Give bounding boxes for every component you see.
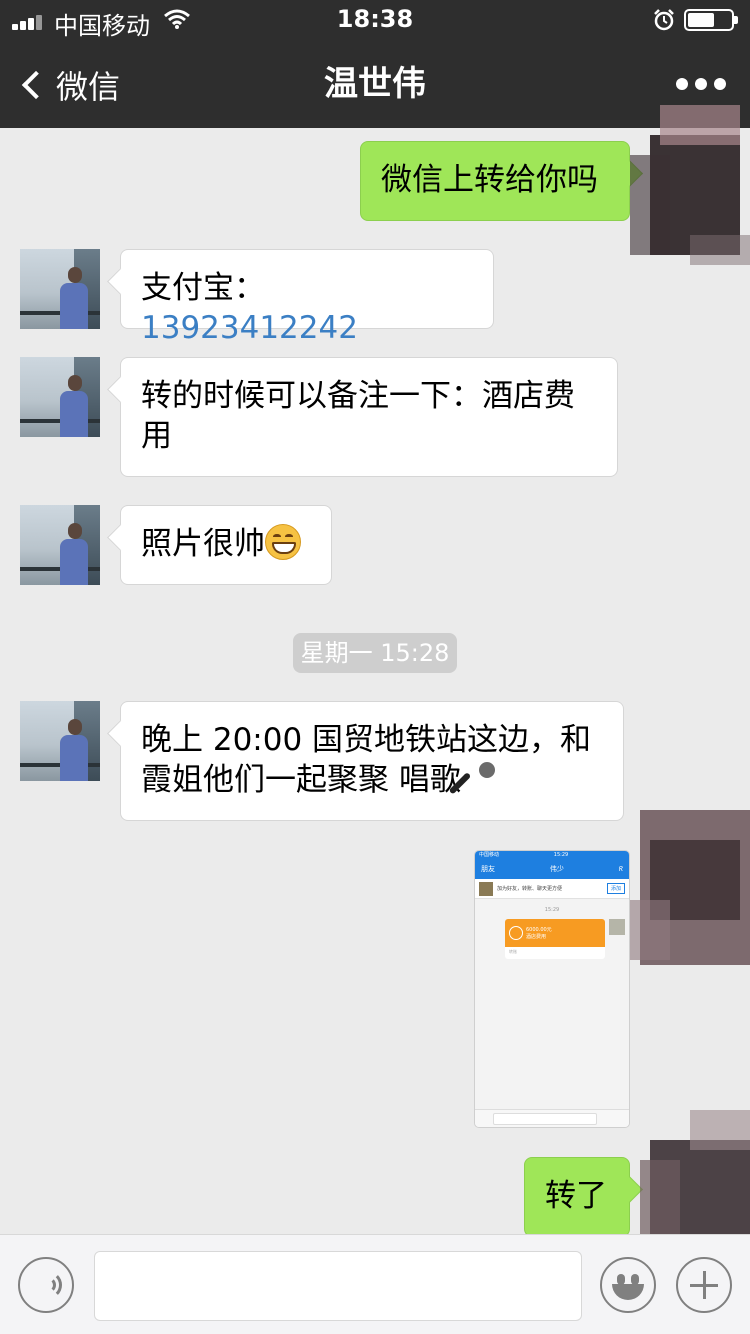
plus-icon[interactable]	[676, 1257, 732, 1313]
shot-transfer-card: 6000.00元 酒店费用 转账	[505, 919, 605, 959]
message-sent-1[interactable]: 微信上转给你吗	[360, 141, 630, 221]
contact-avatar[interactable]	[20, 505, 100, 585]
shot-divider: 15:29	[544, 907, 560, 913]
status-time: 18:38	[336, 5, 414, 33]
message-label: 支付宝：	[141, 270, 265, 306]
contact-avatar[interactable]	[20, 249, 100, 329]
contact-avatar[interactable]	[20, 357, 100, 437]
message-received-note[interactable]: 转的时候可以备注一下：酒店费用	[120, 357, 618, 477]
shot-footer: 转账	[509, 949, 517, 954]
shot-tip: 加为好友，转账、聊天更方便	[497, 886, 563, 892]
grinning-face-emoji-icon	[265, 524, 301, 560]
shot-add: 添加	[606, 883, 625, 894]
shot-note: 酒店费用	[526, 934, 547, 940]
status-bar: 中国移动 18:38	[0, 0, 750, 40]
microphone-emoji-icon	[448, 760, 497, 796]
shot-thumb	[479, 881, 493, 896]
voice-icon[interactable]	[18, 1257, 74, 1313]
shot-back: 朋友	[481, 865, 495, 873]
message-sent-transferred[interactable]: 转了	[524, 1157, 630, 1237]
redaction-scribble	[630, 810, 750, 965]
input-bar	[0, 1234, 750, 1334]
message-text: 转的时候可以备注一下：酒店费用	[141, 378, 575, 454]
message-text: 转了	[545, 1178, 607, 1214]
alarm-icon	[654, 9, 674, 31]
message-received-photo-compliment[interactable]: 照片很帅	[120, 505, 332, 585]
more-dots-icon[interactable]	[676, 78, 726, 92]
shot-user-icon: ᖇ	[618, 864, 623, 873]
battery-icon	[684, 9, 738, 31]
emoji-icon[interactable]	[600, 1257, 656, 1313]
shot-amount: 6000.00元	[526, 927, 552, 933]
shot-title: 伟少	[549, 865, 564, 873]
message-text: 微信上转给你吗	[381, 162, 598, 198]
shot-time: 15:29	[553, 852, 569, 858]
top-bar: 中国移动 18:38 微信 温世伟	[0, 0, 750, 128]
sent-image-transfer-screenshot[interactable]: 中国移动 15:29 朋友 伟少 ᖇ 加为好友，转账、聊天更方便 添加 15:29 60…	[474, 850, 630, 1128]
shot-avatar	[609, 919, 625, 935]
message-text: 晚上 20:00 国贸地铁站这边，和霞姐他们一起聚聚 唱歌	[141, 722, 592, 798]
message-text: 照片很帅	[141, 526, 265, 562]
message-input[interactable]	[94, 1251, 582, 1321]
timestamp-divider: 星期一 15:28	[293, 633, 457, 673]
contact-avatar[interactable]	[20, 701, 100, 781]
phone-number-link[interactable]: 13923412242	[141, 310, 358, 346]
message-received-invite[interactable]: 晚上 20:00 国贸地铁站这边，和霞姐他们一起聚聚 唱歌	[120, 701, 624, 821]
message-received-alipay[interactable]: 支付宝： 13923412242	[120, 249, 494, 346]
chat-title: 温世伟	[324, 64, 426, 104]
shot-carrier: 中国移动	[479, 852, 500, 858]
coin-icon	[509, 926, 523, 940]
